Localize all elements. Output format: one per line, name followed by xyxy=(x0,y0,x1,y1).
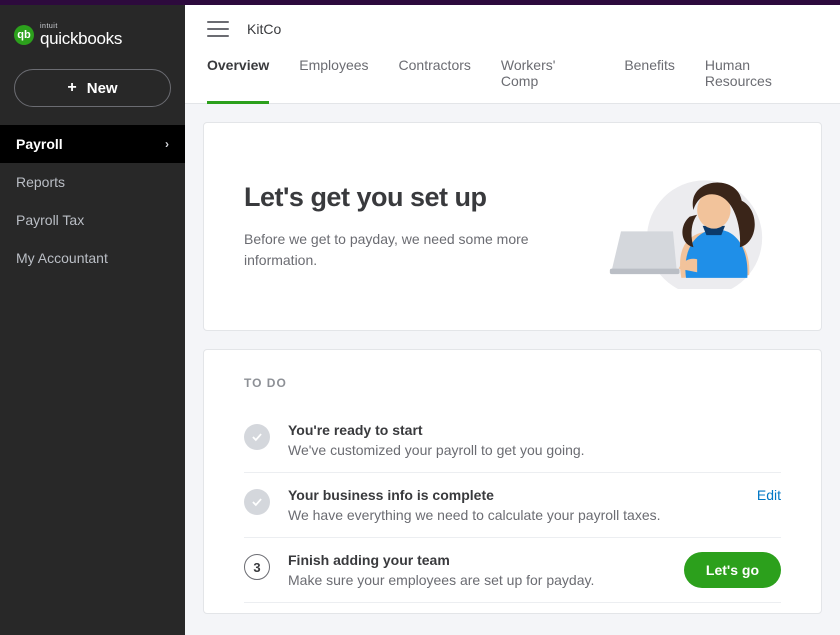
hero-subtitle: Before we get to payday, we need some mo… xyxy=(244,229,544,271)
tab-contractors[interactable]: Contractors xyxy=(399,57,471,104)
check-circle-icon xyxy=(244,424,270,450)
quickbooks-logo-icon: qb xyxy=(14,25,34,45)
todo-desc: We have everything we need to calculate … xyxy=(288,507,739,523)
sidebar-nav: Payroll › Reports Payroll Tax My Account… xyxy=(0,125,185,277)
todo-item-business-info: Your business info is complete We have e… xyxy=(244,473,781,538)
tab-overview[interactable]: Overview xyxy=(207,57,269,104)
sidebar-item-label: My Accountant xyxy=(16,250,108,266)
edit-link[interactable]: Edit xyxy=(757,487,781,503)
tabs: Overview Employees Contractors Workers' … xyxy=(185,47,840,104)
brand: qb intuit quickbooks xyxy=(0,5,185,63)
sidebar-item-payroll[interactable]: Payroll › xyxy=(0,125,185,163)
tab-human-resources[interactable]: Human Resources xyxy=(705,57,818,104)
header: KitCo xyxy=(185,5,840,47)
hero-illustration xyxy=(591,159,781,294)
todo-item-add-team: 3 Finish adding your team Make sure your… xyxy=(244,538,781,603)
lets-go-button[interactable]: Let's go xyxy=(684,552,781,588)
brand-text: intuit quickbooks xyxy=(40,23,122,47)
todo-card: TO DO You're ready to start We've custom… xyxy=(203,349,822,614)
todo-desc: Make sure your employees are set up for … xyxy=(288,572,666,588)
sidebar-item-label: Reports xyxy=(16,174,65,190)
tab-employees[interactable]: Employees xyxy=(299,57,368,104)
brand-main: quickbooks xyxy=(40,30,122,47)
sidebar-item-my-accountant[interactable]: My Accountant xyxy=(0,239,185,277)
plus-icon: + xyxy=(67,79,76,97)
step-number-icon: 3 xyxy=(244,554,270,580)
todo-title: Your business info is complete xyxy=(288,487,739,503)
new-button-label: New xyxy=(87,80,118,97)
tab-benefits[interactable]: Benefits xyxy=(624,57,675,104)
content-area: Let's get you set up Before we get to pa… xyxy=(185,104,840,635)
sidebar-item-label: Payroll Tax xyxy=(16,212,84,228)
sidebar-item-payroll-tax[interactable]: Payroll Tax xyxy=(0,201,185,239)
hero-title: Let's get you set up xyxy=(244,182,544,213)
hamburger-icon[interactable] xyxy=(207,21,229,37)
todo-heading: TO DO xyxy=(244,376,781,390)
new-button[interactable]: + New xyxy=(14,69,171,107)
tab-workers-comp[interactable]: Workers' Comp xyxy=(501,57,594,104)
setup-hero-card: Let's get you set up Before we get to pa… xyxy=(203,122,822,331)
hero-text: Let's get you set up Before we get to pa… xyxy=(244,182,544,271)
todo-desc: We've customized your payroll to get you… xyxy=(288,442,781,458)
todo-item-ready: You're ready to start We've customized y… xyxy=(244,408,781,473)
todo-title: You're ready to start xyxy=(288,422,781,438)
company-name: KitCo xyxy=(247,21,281,37)
todo-title: Finish adding your team xyxy=(288,552,666,568)
sidebar: qb intuit quickbooks + New Payroll › Rep… xyxy=(0,5,185,635)
chevron-right-icon: › xyxy=(165,137,169,151)
sidebar-item-reports[interactable]: Reports xyxy=(0,163,185,201)
main: KitCo Overview Employees Contractors Wor… xyxy=(185,5,840,635)
sidebar-item-label: Payroll xyxy=(16,136,63,152)
check-circle-icon xyxy=(244,489,270,515)
